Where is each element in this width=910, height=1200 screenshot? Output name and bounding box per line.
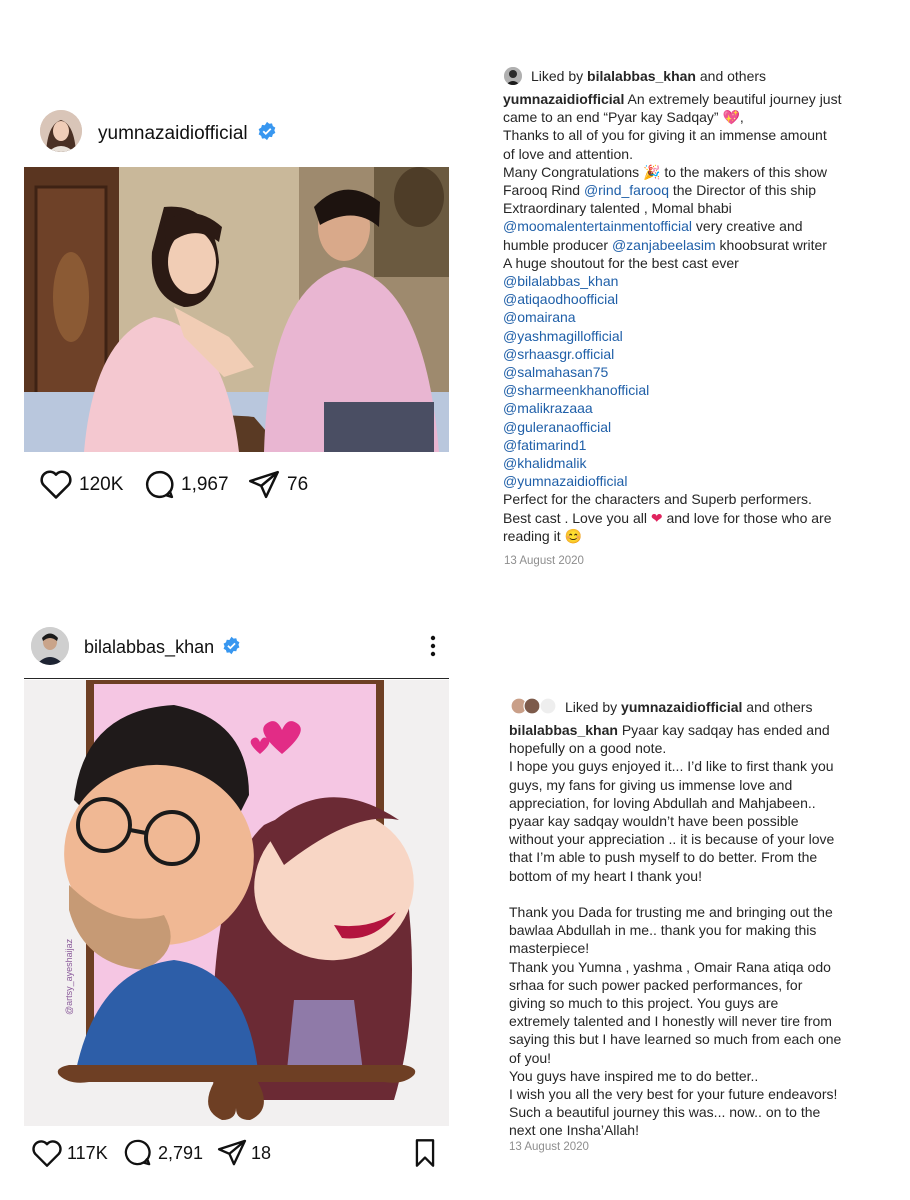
post1-caption: yumnazaidiofficial An extremely beautifu… [503, 91, 843, 544]
verified-badge-icon [257, 121, 277, 147]
post2-username[interactable]: bilalabbas_khan [84, 637, 214, 657]
mention-link[interactable]: @guleranaofficial [503, 418, 843, 436]
verified-badge-icon [222, 636, 241, 660]
mention-link[interactable]: @omairana [503, 308, 843, 326]
post1-comment-icon[interactable] [143, 468, 176, 506]
post1-caption-user[interactable]: yumnazaidiofficial [503, 91, 624, 107]
post2-date: 13 August 2020 [509, 1141, 589, 1153]
post2-comment-icon[interactable] [122, 1137, 153, 1173]
post2-illustration[interactable]: @artsy_ayeshaijaz [24, 680, 449, 1126]
post1-photo[interactable] [24, 167, 449, 452]
mention-link[interactable]: @moomalentertainmentofficial [503, 218, 692, 234]
more-options-icon[interactable] [428, 634, 438, 658]
mention-link[interactable]: @atiqaodhoofficial [503, 290, 843, 308]
post2-caption-user[interactable]: bilalabbas_khan [509, 722, 618, 738]
heart-icon: ❤ [650, 509, 663, 526]
post2-liked-by: Liked by yumnazaidiofficial and others [565, 699, 813, 715]
post2-share-icon[interactable] [216, 1137, 248, 1173]
post1-like-icon[interactable] [39, 468, 73, 505]
mention-link[interactable]: @zanjabeelasim [612, 237, 716, 253]
post2-comments-count: 2,791 [158, 1143, 204, 1163]
mention-link[interactable]: @khalidmalik [503, 454, 843, 472]
post2-caption: bilalabbas_khan Pyaar kay sadqay has end… [509, 722, 842, 1139]
post2-avatar[interactable] [31, 627, 69, 665]
artist-watermark: @artsy_ayeshaijaz [64, 938, 74, 1015]
mention-link[interactable]: @rind_farooq [584, 182, 669, 198]
post1-liker-avatar [504, 67, 522, 85]
mention-link[interactable]: @salmahasan75 [503, 363, 843, 381]
mention-link[interactable]: @yashmagillofficial [503, 327, 843, 345]
post1-liked-by: Liked by bilalabbas_khan and others [531, 68, 767, 84]
mention-link[interactable]: @malikrazaaa [503, 399, 843, 417]
post2-likes-count: 117K [67, 1143, 108, 1163]
mention-link[interactable]: @fatimarind1 [503, 436, 843, 454]
header-divider [24, 678, 449, 679]
post1-shares-count: 76 [287, 474, 309, 495]
post2-liked-by-user[interactable]: yumnazaidiofficial [621, 699, 742, 715]
post2-like-icon[interactable] [31, 1138, 63, 1173]
mention-link[interactable]: @yumnazaidiofficial [503, 472, 843, 490]
post2-shares-count: 18 [251, 1143, 272, 1163]
mention-link[interactable]: @sharmeenkhanofficial [503, 381, 843, 399]
post1-date: 13 August 2020 [504, 555, 584, 567]
post1-share-icon[interactable] [247, 468, 281, 506]
mention-link[interactable]: @bilalabbas_khan [503, 272, 843, 290]
post2-liker-avatars [510, 697, 560, 715]
mention-link[interactable]: @srhaasgr.official [503, 345, 843, 363]
post1-likes-count: 120K [79, 474, 124, 495]
post1-username[interactable]: yumnazaidiofficial [98, 123, 248, 144]
post1-avatar[interactable] [40, 110, 82, 152]
bookmark-icon[interactable] [413, 1138, 437, 1173]
post1-liked-by-user[interactable]: bilalabbas_khan [587, 68, 696, 84]
post1-comments-count: 1,967 [181, 474, 229, 495]
